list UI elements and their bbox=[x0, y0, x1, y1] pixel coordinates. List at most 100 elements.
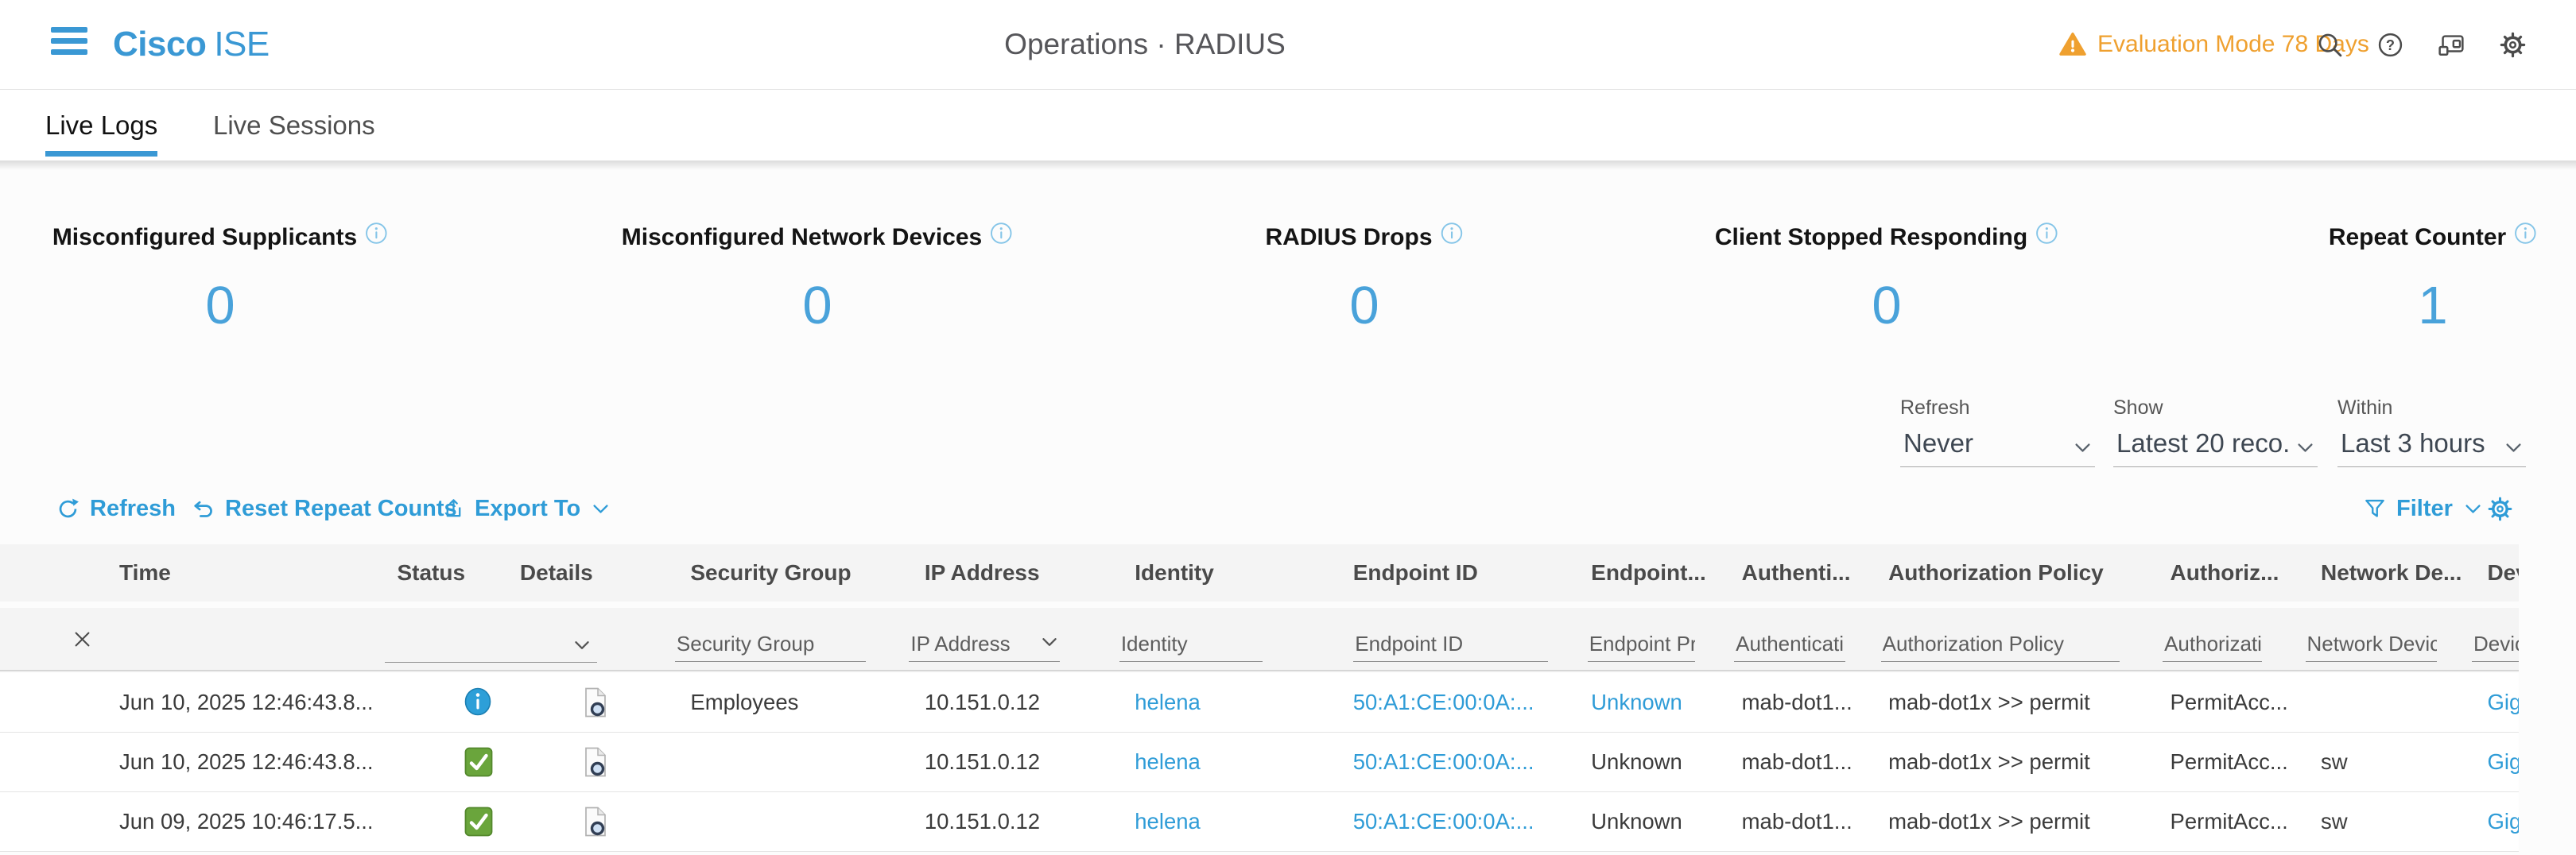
table-settings-gear-icon[interactable] bbox=[2487, 486, 2513, 531]
refresh-button[interactable]: Refresh bbox=[56, 486, 176, 531]
chevron-down-icon bbox=[2503, 437, 2524, 458]
authentication-policy-filter-input[interactable] bbox=[1734, 630, 1845, 662]
cell-authentication-policy: mab-dot1... bbox=[1730, 733, 1873, 792]
clear-filters-icon[interactable] bbox=[72, 629, 93, 650]
chevron-down-icon bbox=[2072, 437, 2093, 458]
shortcuts-icon[interactable] bbox=[2437, 31, 2466, 59]
col-header-status[interactable]: Status bbox=[377, 544, 504, 602]
tab-live-logs[interactable]: Live Logs bbox=[45, 90, 157, 161]
network-device-filter-input[interactable] bbox=[2306, 630, 2437, 662]
cell-device-port-link[interactable]: GigabitE bbox=[2475, 733, 2519, 792]
info-icon[interactable] bbox=[2514, 222, 2537, 245]
export-icon bbox=[442, 497, 465, 520]
col-header-identity[interactable]: Identity bbox=[1123, 544, 1337, 602]
brand-logo[interactable]: Cisco ISE bbox=[113, 0, 270, 89]
refresh-value: Never bbox=[1903, 428, 1973, 458]
help-icon[interactable]: ? bbox=[2376, 31, 2404, 59]
endpoint-profile-filter-input[interactable] bbox=[1588, 630, 1695, 662]
status-passed-icon[interactable] bbox=[464, 807, 493, 837]
reset-repeat-counts-button[interactable]: Reset Repeat Counts bbox=[191, 486, 457, 531]
within-select[interactable]: Within Last 3 hours bbox=[2337, 397, 2526, 467]
counter-client-stopped-responding: Client Stopped Responding 0 bbox=[1715, 224, 2058, 336]
table-body: Jun 10, 2025 12:46:43.8... Employees 10.… bbox=[0, 673, 2519, 852]
brand-bold: Cisco bbox=[113, 25, 206, 64]
refresh-select[interactable]: Refresh Never bbox=[1900, 397, 2095, 467]
filter-label: Filter bbox=[2396, 496, 2453, 522]
refresh-label: Refresh bbox=[1900, 397, 2095, 420]
counter-value: 0 bbox=[52, 275, 388, 336]
col-header-authorization-policy[interactable]: Authorization Policy bbox=[1876, 544, 2155, 602]
counter-value: 0 bbox=[1715, 275, 2058, 336]
counter-value: 0 bbox=[1265, 275, 1463, 336]
counter-value: 1 bbox=[2329, 275, 2537, 336]
counter-label: Misconfigured Network Devices bbox=[622, 224, 982, 251]
col-header-network-device[interactable]: Network De... bbox=[2309, 544, 2472, 602]
refresh-button-label: Refresh bbox=[90, 496, 176, 522]
col-header-authentication-policy[interactable]: Authenti... bbox=[1730, 544, 1873, 602]
identity-filter-input[interactable] bbox=[1119, 630, 1263, 662]
table-toolbar: Refresh Reset Repeat Counts Export To Fi… bbox=[0, 486, 2576, 531]
page-title: Operations · RADIUS bbox=[1004, 0, 1286, 89]
tab-live-sessions[interactable]: Live Sessions bbox=[213, 90, 375, 161]
col-header-device-port[interactable]: Device bbox=[2475, 544, 2519, 602]
cell-time: Jun 10, 2025 12:46:43.8... bbox=[48, 673, 374, 733]
table-header-row: Time Status Details Security Group IP Ad… bbox=[0, 544, 2519, 602]
info-icon[interactable] bbox=[990, 222, 1013, 245]
endpoint-id-filter-input[interactable] bbox=[1353, 630, 1548, 662]
details-report-icon[interactable] bbox=[584, 807, 607, 837]
cell-device-port-link[interactable]: GigabitE bbox=[2475, 673, 2519, 733]
settings-gear-icon[interactable] bbox=[2499, 31, 2527, 59]
search-icon[interactable] bbox=[2316, 31, 2344, 59]
cell-status bbox=[377, 673, 504, 733]
col-header-time[interactable]: Time bbox=[48, 544, 374, 602]
cell-endpoint-id-link[interactable]: 50:A1:CE:00:0A:... bbox=[1341, 733, 1576, 792]
status-passed-icon[interactable] bbox=[464, 747, 493, 777]
authorization-profile-filter-input[interactable] bbox=[2163, 630, 2262, 662]
cell-authentication-policy: mab-dot1... bbox=[1730, 792, 1873, 852]
export-to-button[interactable]: Export To bbox=[442, 486, 611, 531]
tab-bar: Live Logs Live Sessions bbox=[0, 90, 2576, 161]
filter-button[interactable]: Filter bbox=[2363, 486, 2484, 531]
counter-label: Client Stopped Responding bbox=[1715, 224, 2027, 251]
table-filter-row bbox=[0, 608, 2519, 671]
chevron-down-icon bbox=[2295, 437, 2316, 458]
col-header-endpoint-id[interactable]: Endpoint ID bbox=[1341, 544, 1576, 602]
cell-time: Jun 09, 2025 10:46:17.5... bbox=[48, 792, 374, 852]
cell-endpoint-id-link[interactable]: 50:A1:CE:00:0A:... bbox=[1341, 792, 1576, 852]
cell-identity-link[interactable]: helena bbox=[1123, 733, 1337, 792]
counter-label: Misconfigured Supplicants bbox=[52, 224, 357, 251]
col-header-endpoint-profile[interactable]: Endpoint... bbox=[1579, 544, 1726, 602]
details-report-icon[interactable] bbox=[584, 747, 607, 777]
warning-icon bbox=[2058, 31, 2087, 58]
table-row: Jun 09, 2025 10:46:17.5... 10.151.0.12 h… bbox=[0, 792, 2519, 852]
cell-identity-link[interactable]: helena bbox=[1123, 792, 1337, 852]
counter-misconfigured-network-devices: Misconfigured Network Devices 0 bbox=[622, 224, 1013, 336]
cell-endpoint-profile-link[interactable]: Unknown bbox=[1579, 673, 1726, 733]
col-header-details[interactable]: Details bbox=[508, 544, 675, 602]
cell-identity-link[interactable]: helena bbox=[1123, 673, 1337, 733]
info-icon[interactable] bbox=[365, 222, 388, 245]
info-icon[interactable] bbox=[1441, 222, 1464, 245]
col-header-authorization-profile[interactable]: Authoriz... bbox=[2159, 544, 2306, 602]
col-header-ip-address[interactable]: IP Address bbox=[913, 544, 1119, 602]
cell-endpoint-id-link[interactable]: 50:A1:CE:00:0A:... bbox=[1341, 673, 1576, 733]
col-header-security-group[interactable]: Security Group bbox=[678, 544, 909, 602]
ip-address-filter-input[interactable] bbox=[909, 630, 1060, 662]
menu-hamburger-icon[interactable] bbox=[51, 27, 87, 62]
top-header: Cisco ISE Operations · RADIUS Evaluation… bbox=[0, 0, 2576, 90]
security-group-filter-input[interactable] bbox=[675, 630, 866, 662]
counter-value: 0 bbox=[622, 275, 1013, 336]
status-info-icon[interactable] bbox=[464, 687, 491, 716]
cell-authorization-policy: mab-dot1x >> permit bbox=[1876, 733, 2155, 792]
details-report-icon[interactable] bbox=[584, 687, 607, 718]
authorization-policy-filter-input[interactable] bbox=[1881, 630, 2120, 662]
info-icon[interactable] bbox=[2035, 222, 2058, 245]
cell-ip-address: 10.151.0.12 bbox=[913, 733, 1119, 792]
cell-device-port-link[interactable]: GigabitE bbox=[2475, 792, 2519, 852]
show-select[interactable]: Show Latest 20 reco... bbox=[2113, 397, 2318, 467]
counter-label: Repeat Counter bbox=[2329, 224, 2506, 251]
table-row: Jun 10, 2025 12:46:43.8... Employees 10.… bbox=[0, 673, 2519, 733]
export-to-label: Export To bbox=[475, 496, 580, 522]
device-port-filter-input[interactable] bbox=[2472, 630, 2519, 662]
status-filter-select[interactable] bbox=[385, 629, 597, 663]
